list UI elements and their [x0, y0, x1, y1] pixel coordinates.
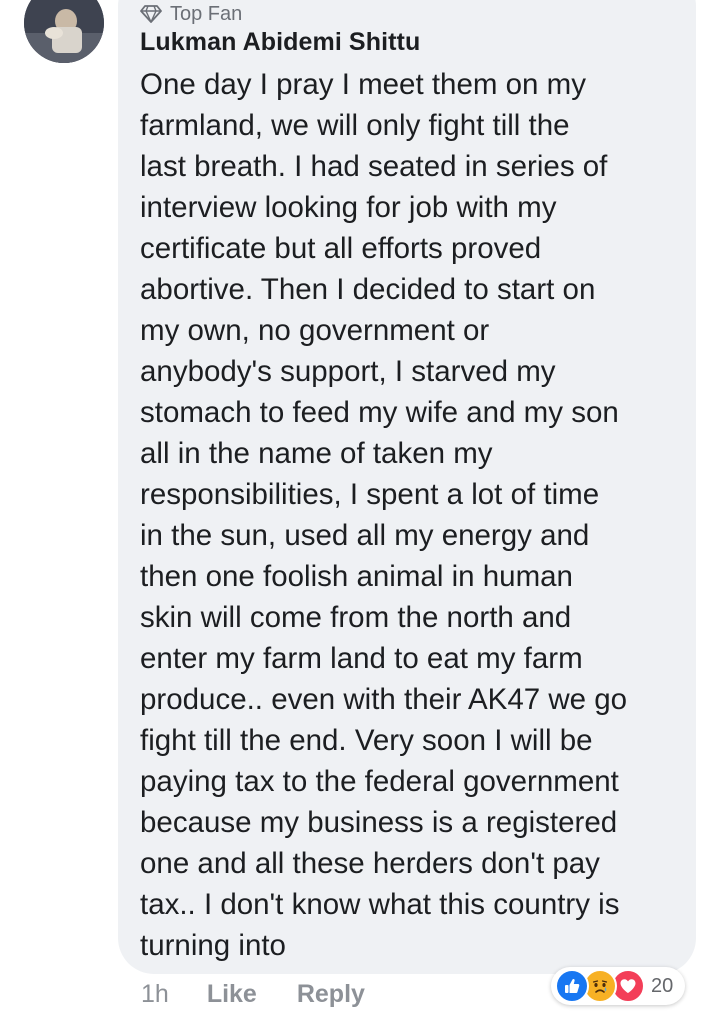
reaction-count: 20 [651, 974, 674, 997]
timestamp[interactable]: 1h [141, 980, 169, 1009]
avatar[interactable] [24, 0, 104, 63]
profile-photo-icon [24, 0, 104, 63]
reply-button[interactable]: Reply [297, 980, 365, 1009]
comment-actions: 1h Like Reply [141, 980, 365, 1009]
comment-text: One day I pray I meet them on my farmlan… [140, 68, 628, 962]
author-name[interactable]: Lukman Abidemi Shittu [140, 28, 420, 57]
reactions-summary[interactable]: 20 [551, 967, 686, 1005]
like-icon [555, 969, 589, 1003]
like-button[interactable]: Like [207, 980, 257, 1009]
diamond-icon [140, 5, 162, 23]
badge-label: Top Fan [170, 2, 243, 25]
top-fan-badge: Top Fan [140, 2, 242, 26]
comment-thread: Top Fan Lukman Abidemi Shittu One day I … [0, 0, 720, 1015]
